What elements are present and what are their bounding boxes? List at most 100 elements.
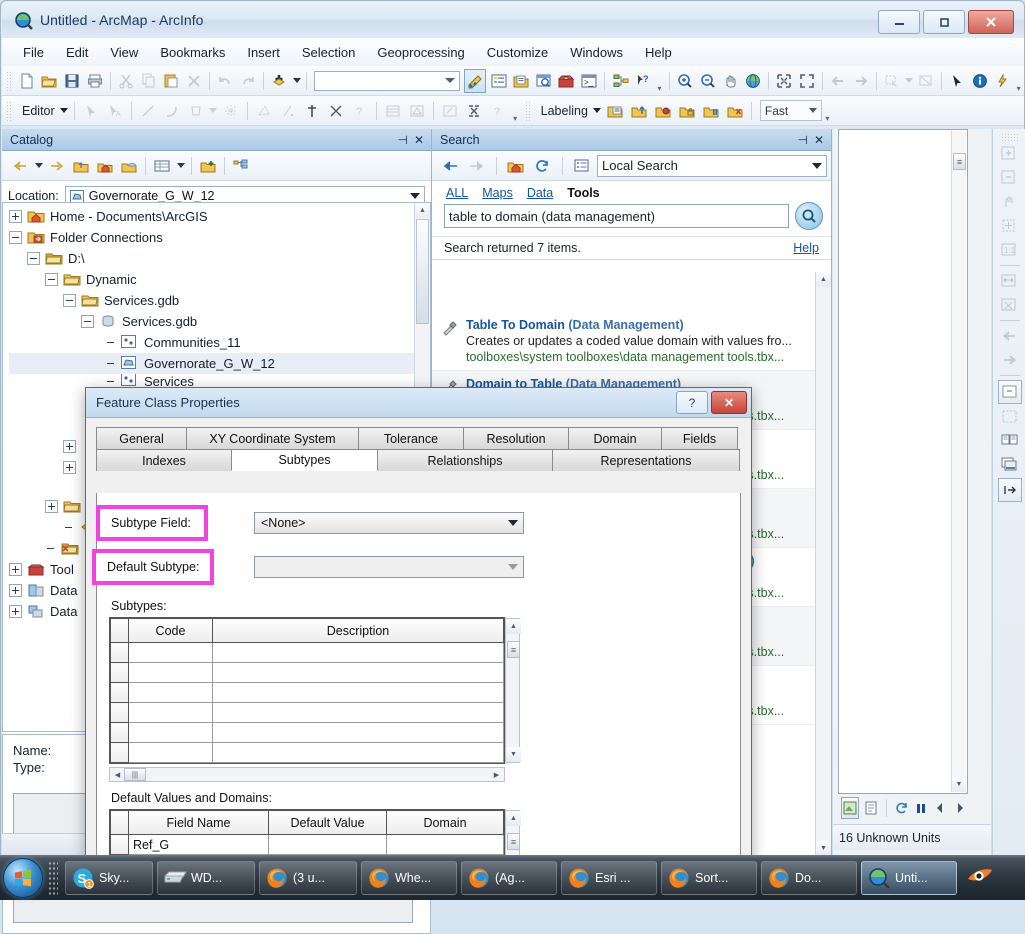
focus-data-frame-icon[interactable] (999, 406, 1021, 428)
start-orb-icon[interactable] (3, 857, 43, 898)
defaults-col-field-name[interactable]: Field Name (128, 810, 269, 835)
taskbar-item-orange-eye[interactable] (961, 861, 1007, 895)
taskbar-item-wd[interactable]: WD... (157, 860, 255, 895)
search-tab-maps[interactable]: Maps (482, 186, 513, 200)
defaults-col-default-value[interactable]: Default Value (268, 810, 387, 835)
catalog-toggle-tree-icon[interactable] (230, 155, 252, 177)
search-button[interactable] (795, 202, 823, 230)
tab-representations[interactable]: Representations (552, 449, 740, 471)
menu-file[interactable]: File (12, 41, 55, 64)
zoom-out-icon[interactable] (697, 70, 718, 92)
catalog-forward-icon[interactable] (46, 155, 68, 177)
expander-plus-icon[interactable] (63, 461, 76, 474)
expander-plus-icon[interactable] (9, 584, 22, 597)
cell-code[interactable] (128, 722, 213, 743)
table-row[interactable] (110, 642, 504, 663)
row-selector[interactable] (110, 834, 129, 855)
menu-view[interactable]: View (99, 41, 149, 64)
tree-item-d-drive[interactable]: D:\ (9, 248, 430, 269)
menu-selection[interactable]: Selection (291, 41, 366, 64)
cell-code[interactable] (128, 682, 213, 703)
taskbar-item-arcmap[interactable]: Unti... (861, 860, 957, 895)
subtype-field-dropdown[interactable]: <None> (254, 512, 524, 534)
catalog-connect-folder-icon[interactable] (197, 155, 219, 177)
scroll-up-arrow-icon[interactable]: ▲ (506, 619, 521, 634)
tree-item-dynamic[interactable]: Dynamic (9, 269, 430, 290)
scroll-up-arrow-icon[interactable]: ▲ (415, 203, 430, 218)
row-selector[interactable] (110, 682, 129, 703)
arctoolbox-icon[interactable] (556, 70, 577, 92)
taskbar-item-firefox-4[interactable]: Esri ... (561, 860, 657, 895)
row-selector[interactable] (110, 662, 129, 683)
cell-code[interactable] (128, 662, 213, 683)
catalog-up-one-level-icon[interactable] (70, 155, 92, 177)
cell-code[interactable] (128, 702, 213, 723)
row-selector[interactable] (110, 642, 129, 663)
scroll-up-arrow-icon[interactable]: ▲ (816, 272, 831, 287)
add-data-dropdown-icon[interactable] (292, 70, 301, 92)
toolbar-grip[interactable] (6, 70, 13, 91)
hyperlink-icon[interactable] (992, 70, 1013, 92)
map-scale-combo[interactable] (314, 70, 460, 91)
tab-fields[interactable]: Fields (661, 427, 738, 449)
search-scope-combo[interactable]: Local Search (597, 154, 827, 177)
scroll-down-arrow-icon[interactable]: ▼ (952, 777, 966, 792)
editor-menu-label[interactable]: Editor (16, 104, 58, 118)
minimize-button[interactable] (878, 10, 920, 34)
search-tab-tools[interactable]: Tools (567, 186, 599, 200)
taskbar-item-firefox-2[interactable]: Whe... (361, 860, 457, 895)
editor-toolbar-icon[interactable] (463, 68, 487, 93)
catalog-view-dropdown-icon[interactable] (175, 155, 186, 177)
row-selector[interactable] (110, 722, 129, 743)
cell-code[interactable] (128, 642, 213, 663)
catalog-home-icon[interactable] (94, 155, 116, 177)
scroll-down-arrow-icon[interactable]: ▼ (816, 841, 831, 856)
next-extent-icon[interactable] (999, 349, 1021, 371)
zoom-in-icon[interactable] (675, 70, 696, 92)
toolbar-grip[interactable] (524, 100, 532, 121)
subtypes-col-code[interactable]: Code (128, 618, 213, 643)
expander-plus-icon[interactable] (45, 500, 58, 513)
cell-description[interactable] (212, 742, 504, 763)
dialog-close-button[interactable]: ✕ (711, 391, 747, 414)
search-results-scrollbar[interactable]: ▲ ▼ (815, 272, 831, 856)
change-layout-icon[interactable] (999, 430, 1021, 452)
taskbar-item-skype[interactable]: S1 Sky... (65, 860, 153, 895)
whats-this-icon[interactable]: ? (633, 70, 654, 92)
data-view-button[interactable] (841, 797, 860, 819)
search-help-link[interactable]: Help (793, 241, 819, 255)
cell-description[interactable] (212, 722, 504, 743)
zoom-whole-page-icon[interactable] (999, 294, 1021, 316)
catalog-icon[interactable] (511, 70, 532, 92)
map-vertical-scrollbar[interactable]: ≡ ▼ (951, 131, 966, 792)
scroll-down-arrow-icon[interactable]: ▼ (506, 747, 521, 762)
pause-labeling-icon[interactable] (700, 100, 722, 122)
paste-icon[interactable] (161, 70, 182, 92)
attributes-icon[interactable] (325, 100, 347, 122)
cell-description[interactable] (212, 682, 504, 703)
table-row[interactable] (110, 742, 504, 763)
new-document-icon[interactable] (17, 70, 38, 92)
edit-vertices-icon[interactable] (463, 100, 485, 122)
pause-drawing-button[interactable] (913, 798, 929, 818)
menu-bookmarks[interactable]: Bookmarks (149, 41, 236, 64)
editor-overflow-button[interactable]: ▾ (510, 99, 521, 123)
row-selector[interactable] (110, 742, 129, 763)
tree-item-services-folder[interactable]: Services.gdb (9, 290, 430, 311)
search-options-icon[interactable] (571, 155, 593, 177)
toolbar-overflow-button-2[interactable]: ▾ (1014, 69, 1024, 93)
menu-customize[interactable]: Customize (476, 41, 559, 64)
view-unplaced-labels-icon[interactable] (724, 100, 746, 122)
expander-plus-icon[interactable] (9, 563, 22, 576)
scroll-thumb[interactable]: ≡ (507, 641, 520, 658)
table-row[interactable] (110, 682, 504, 703)
labeling-menu-label[interactable]: Labeling (535, 104, 591, 118)
taskbar-item-firefox-5[interactable]: Sort... (661, 860, 757, 895)
labeling-dropdown-icon[interactable] (592, 100, 602, 122)
expander-plus-icon[interactable] (9, 605, 22, 618)
search-window-icon[interactable] (533, 70, 554, 92)
expander-plus-icon[interactable] (63, 440, 76, 453)
layout-view-button[interactable] (862, 798, 878, 818)
search-refresh-icon[interactable] (532, 155, 554, 177)
toggle-draft-mode-icon[interactable] (997, 380, 1022, 404)
